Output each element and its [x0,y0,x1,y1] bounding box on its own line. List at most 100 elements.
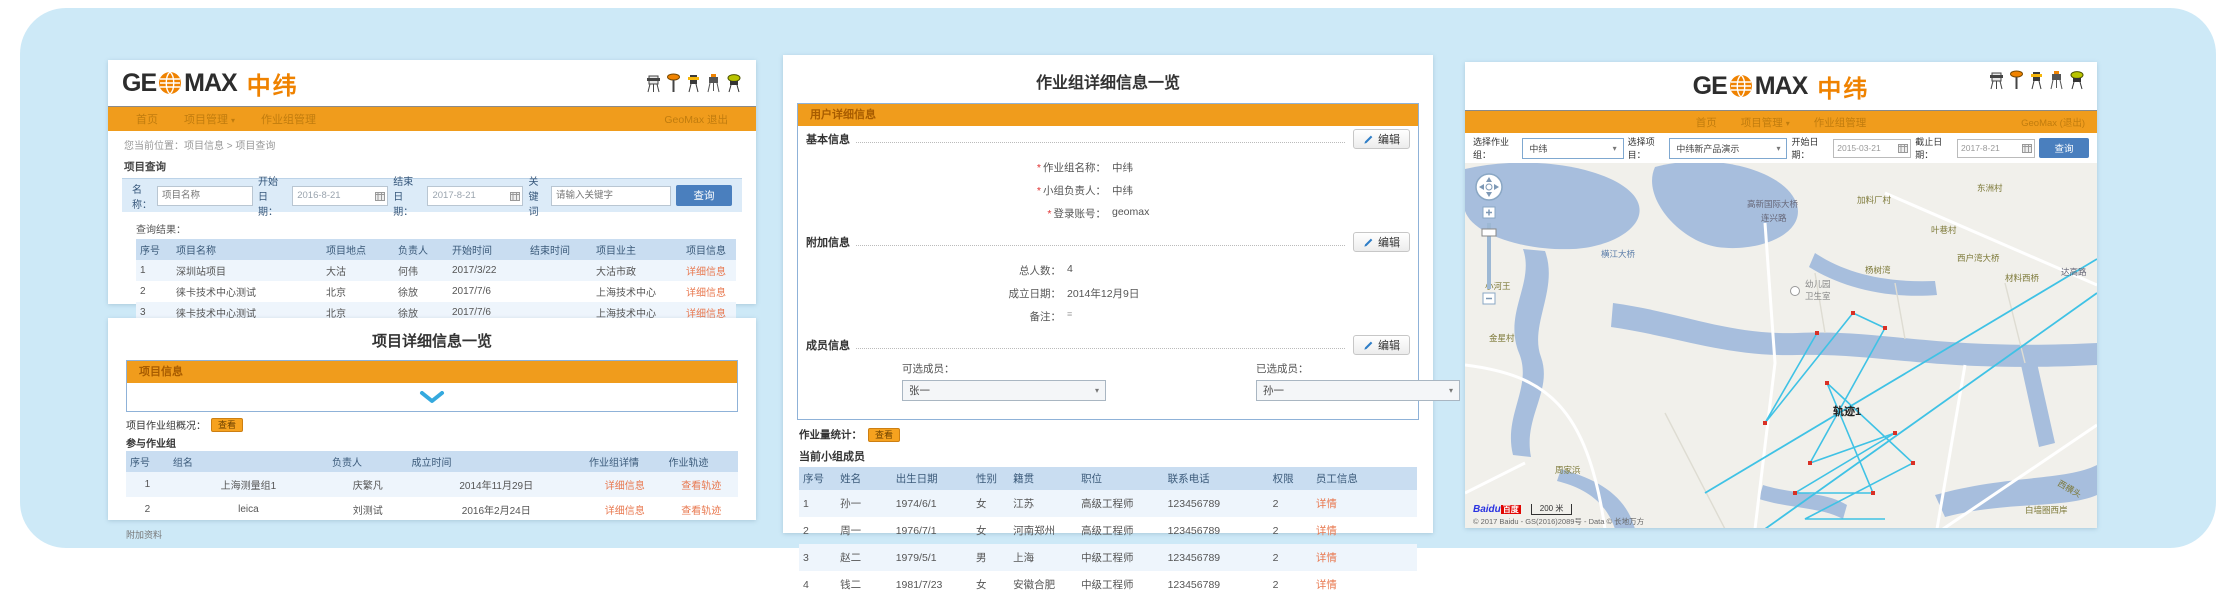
box-header: 用户详细信息 [798,104,1418,126]
chevron-down-icon[interactable] [419,391,445,404]
view-track-link[interactable]: 查看轨迹 [681,506,721,517]
member-detail-link[interactable]: 详情 [1316,579,1337,591]
dotted-divider [856,141,1345,143]
svg-text:幼儿园: 幼儿园 [1805,279,1831,289]
svg-text:材料西桥: 材料西桥 [2005,273,2040,283]
total-station-icon [1989,70,2004,90]
end-date-label: 截止日期： [1915,135,1953,161]
workgroup-table: 序号 组名 负责人 成立时间 作业组详情 作业轨迹 1 上海测量组1 庆繁凡 2… [126,451,738,522]
search-button[interactable]: 查询 [676,185,732,206]
map-viewport[interactable]: 轨迹1 高新国际大桥 连兴路 横江大桥 加料厂村 东洲村 叶巷村 西户湾大桥 杨… [1465,163,2097,528]
nav-project[interactable]: 项目管理▾ [1741,115,1790,130]
current-members-title: 当前小组成员 [783,444,1433,467]
workgroup-select-label: 选择作业组： [1473,135,1518,161]
map-filter-bar: 选择作业组： 中纬▾ 选择项目： 中纬新产品演示▾ 开始日期： 截止日期： 查询 [1465,133,2097,163]
cell: 2 [1269,517,1312,544]
cell: 2017/7/6 [448,281,526,302]
scanner-icon [726,73,742,93]
cell [526,281,592,302]
cell: 大沽 [322,260,394,281]
dotted-divider [856,244,1345,246]
poi-icon [1791,287,1800,296]
collapse-row[interactable] [127,383,737,411]
group-detail-link[interactable]: 详细信息 [605,506,645,517]
cell: 大沽市政 [592,260,682,281]
keyword-input[interactable] [551,186,671,206]
cell: 徕卡技术中心测试 [172,281,322,302]
group-detail-link[interactable]: 详细信息 [605,481,645,492]
svg-text:横江大桥: 横江大桥 [1601,249,1636,259]
basic-info-section: 基本信息 编辑 *作业组名称：中纬 *小组负责人：中纬 *登录账号：geomax [798,126,1418,221]
user-logout[interactable]: GeoMax (退出) [2021,115,2085,129]
nav-group[interactable]: 作业组管理 [1814,115,1867,130]
cell: 女 [972,571,1009,598]
member-detail-link[interactable]: 详情 [1316,525,1337,537]
cell: 女 [972,490,1009,517]
globe-icon [1729,74,1753,98]
end-date-label: 结束日期： [393,173,422,218]
edit-button[interactable]: 编辑 [1353,335,1410,355]
cell: 深圳站项目 [172,260,322,281]
column-header: 职位 [1077,467,1164,490]
cell: 2014年11月29日 [408,472,585,497]
cell: 女 [972,517,1009,544]
app-header: GE MAX 中纬 [1465,62,2097,111]
svg-text:连兴路: 连兴路 [1761,213,1787,223]
cell: 2017/3/22 [448,260,526,281]
name-input[interactable] [157,186,253,206]
nav-home[interactable]: 首页 [136,111,158,127]
selected-members-label: 已选成员： [1256,361,1460,376]
start-date-input[interactable] [292,186,388,206]
theodolite-icon [2029,70,2044,90]
chevron-down-icon: ▾ [231,116,235,125]
cell: 上海测量组1 [169,472,328,497]
breadcrumb: 您当前位置：项目信息 > 项目查询 [108,131,756,154]
start-date-label: 开始日期： [1791,135,1829,161]
member-detail-link[interactable]: 详情 [1316,552,1337,564]
column-header: 开始时间 [448,239,526,260]
user-logout[interactable]: GeoMax 退出 [664,112,728,127]
calendar-icon[interactable] [1898,143,1908,153]
map-copyright: © 2017 Baidu - GS(2016)2089号 - Data © 长地… [1473,516,1644,527]
selected-members-select[interactable]: 孙一 ▾ [1256,380,1460,401]
logo-text-cn: 中纬 [1817,69,1869,104]
calendar-icon[interactable] [375,191,385,201]
detail-link[interactable]: 详细信息 [686,288,726,299]
end-date-input[interactable] [427,186,523,206]
field-value: 中纬 [1112,183,1133,198]
workgroup-select[interactable]: 中纬▾ [1522,138,1623,159]
available-members-select[interactable]: 张一 ▾ [902,380,1106,401]
map-canvas[interactable]: 轨迹1 高新国际大桥 连兴路 横江大桥 加料厂村 东洲村 叶巷村 西户湾大桥 杨… [1465,163,2097,528]
table-row: 2 leica 刘测试 2016年2月24日 详细信息 查看轨迹 [126,497,738,522]
map-search-button[interactable]: 查询 [2039,138,2089,158]
cell: 高级工程师 [1077,490,1164,517]
cell: 1 [799,490,836,517]
calendar-icon[interactable] [2022,143,2032,153]
calendar-icon[interactable] [510,191,520,201]
map-pan-zoom-control[interactable] [1473,171,1507,321]
column-header: 籍贯 [1009,467,1077,490]
required-asterisk: * [1047,208,1051,220]
project-select[interactable]: 中纬新产品演示▾ [1669,138,1787,159]
table-header-row: 序号 姓名 出生日期 性别 籍贯 职位 联系电话 权限 员工信息 [799,467,1417,490]
view-button[interactable]: 查看 [211,418,243,432]
edit-button[interactable]: 编辑 [1353,129,1410,149]
detail-link[interactable]: 详细信息 [686,267,726,278]
edit-button[interactable]: 编辑 [1353,232,1410,252]
view-track-link[interactable]: 查看轨迹 [681,481,721,492]
map-zoom-slider-handle[interactable] [1482,229,1496,236]
cell: 2 [136,281,172,302]
nav-group[interactable]: 作业组管理 [261,111,316,127]
nav-home[interactable]: 首页 [1696,115,1717,130]
cell: 123456789 [1164,490,1269,517]
member-detail-link[interactable]: 详情 [1316,498,1337,510]
column-header: 出生日期 [892,467,972,490]
gnss-receiver-icon [2009,70,2024,90]
svg-text:金星村: 金星村 [1489,333,1515,343]
table-row: 1 孙一 1974/6/1 女 江苏 高级工程师 123456789 2 详情 [799,490,1417,517]
nav-project[interactable]: 项目管理▾ [184,111,235,127]
svg-text:杨树湾: 杨树湾 [1865,265,1891,275]
table-row: 1 上海测量组1 庆繁凡 2014年11月29日 详细信息 查看轨迹 [126,472,738,497]
start-date-label: 开始日期： [258,173,287,218]
view-stats-button[interactable]: 查看 [868,428,900,442]
